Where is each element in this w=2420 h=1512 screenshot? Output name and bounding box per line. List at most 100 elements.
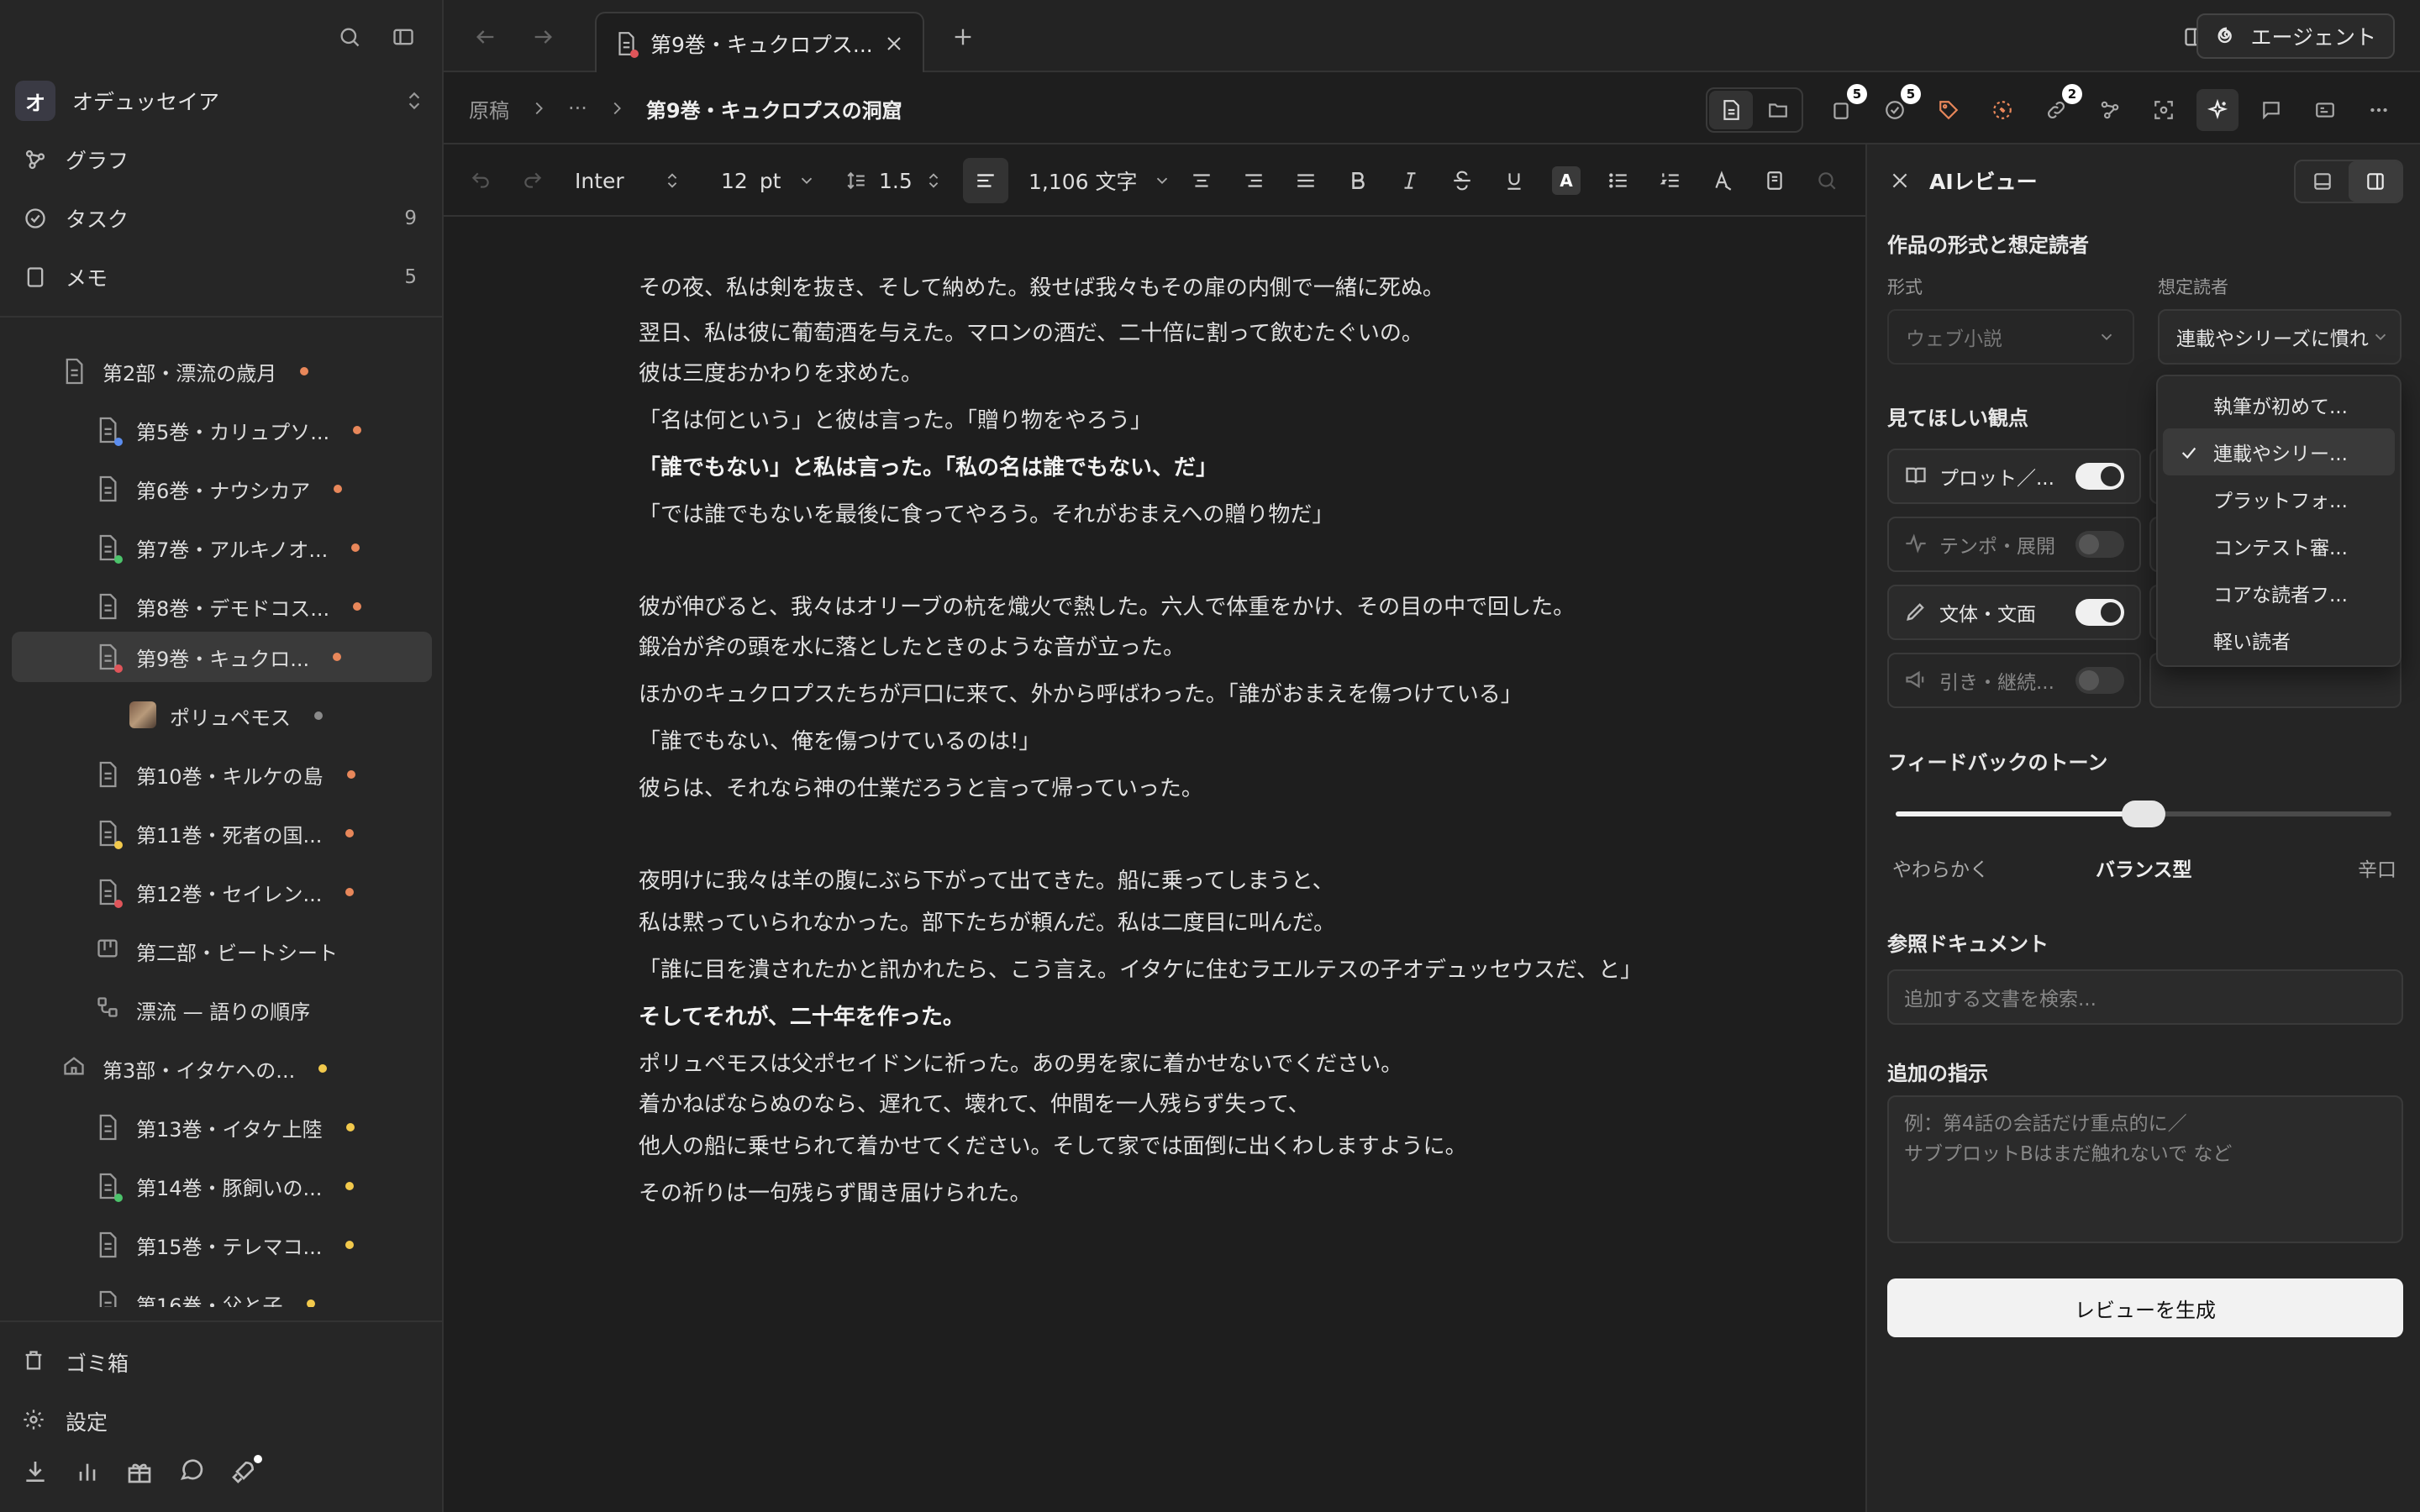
strikethrough-icon[interactable] [1444,162,1481,199]
paragraph[interactable]: 私は黙っていられなかった。部下たちが頼んだ。私は二度目に叫んだ。 [639,906,1335,937]
paragraph[interactable]: ポリュペモスは父ポセイドンに祈った。あの男を家に着かせないでください。 [639,1047,1402,1078]
line-height-select[interactable]: 1.5 [845,144,943,217]
tree-item[interactable]: 第16巻・父と子 [12,1278,432,1307]
tone-slider-handle[interactable] [2122,801,2165,827]
dropdown-option[interactable]: コンテスト審... [2163,522,2395,570]
font-family-select[interactable]: Inter [575,144,681,217]
dropdown-option[interactable]: 軽い読者 [2163,617,2395,664]
dropdown-option-selected[interactable]: 連載やシリー... [2163,428,2395,475]
paragraph[interactable]: 彼が伸びると、我々はオリーブの杭を熾火で熱した。六人で体重をかけ、その目の中で回… [639,590,1575,621]
aspect-hook[interactable]: 引き・継続... [1887,653,2141,708]
align-justify-icon[interactable] [1287,162,1324,199]
paragraph[interactable]: 翌日、私は彼に葡萄酒を与えた。マロンの酒だ、二十倍に割って飲むたぐいの。 [639,316,1423,347]
graph-icon[interactable] [2089,89,2131,131]
align-right-icon[interactable] [1235,162,1272,199]
aspect-toggle[interactable] [2075,463,2124,490]
underline-icon[interactable] [1496,162,1533,199]
aspect-plot[interactable]: プロット／... [1887,449,2141,504]
tree-item[interactable]: 第14巻・豚飼いの... [12,1161,432,1211]
layout-bottom-icon[interactable] [2296,161,2349,202]
tree-item-selected[interactable]: 第9巻・キュクロ... [12,632,432,682]
paragraph[interactable]: 「誰でもない、俺を傷つけているのは!」 [639,724,1040,755]
bold-icon[interactable] [1339,162,1376,199]
reader-select[interactable]: 連載やシリーズに慣れ [2158,309,2402,365]
find-icon[interactable] [1808,162,1845,199]
generate-review-button[interactable]: レビューを生成 [1887,1278,2403,1337]
instructions-textarea[interactable]: 例：第4話の会話だけ重点的に／ サブプロットBはまだ触れないで など [1887,1095,2403,1243]
sidebar-toggle-icon[interactable] [385,18,422,55]
paragraph-bold[interactable]: 「誰でもない」と私は言った。「私の名は誰でもない、だ」 [639,450,1218,481]
tree-item[interactable]: ポリュペモス [12,690,432,741]
tree-item[interactable]: 第7巻・アルキノオ... [12,522,432,573]
id-card-icon[interactable] [2304,89,2346,131]
tree-item[interactable]: 第10巻・キルケの島 [12,749,432,800]
trash-button[interactable]: ゴミ箱 [22,1341,129,1384]
aspect-style[interactable]: 文体・文面 [1887,585,2141,640]
search-icon[interactable] [331,18,368,55]
font-size-select[interactable]: 12 pt [721,144,816,217]
ai-sparkle-icon[interactable] [2196,89,2238,131]
layout-side-icon[interactable] [2349,161,2402,202]
bullet-list-icon[interactable] [1600,162,1637,199]
copy-icon[interactable]: 5 [1820,84,1867,131]
chat-icon[interactable] [178,1458,205,1485]
tree-item[interactable]: 第12巻・セイレン... [12,867,432,917]
tab-active-document[interactable]: 第9巻・キュクロプス... [595,12,924,74]
redo-icon[interactable] [514,162,551,199]
paragraph[interactable]: 「誰に目を潰されたかと訊かれたら、こう言え。イタケに住むラエルテスの子オデュッセ… [639,953,1642,984]
italic-icon[interactable] [1392,162,1428,199]
link-icon[interactable]: 2 [2035,84,2082,131]
dropdown-option[interactable]: コアな読者フ... [2163,570,2395,617]
word-count-select[interactable]: 1,106 文字 [1028,144,1171,217]
back-arrow-icon[interactable] [467,18,504,55]
align-left-icon[interactable] [963,158,1008,203]
nav-graph[interactable]: グラフ [22,138,417,181]
tag-icon[interactable] [1928,89,1970,131]
stats-icon[interactable] [74,1458,101,1485]
paragraph[interactable]: 「では誰でもないを最後に食ってやろう。それがおまえへの贈り物だ」 [639,497,1334,528]
aspect-toggle[interactable] [2075,531,2124,558]
task-check-icon[interactable]: 5 [1874,84,1921,131]
tree-item[interactable]: 第8巻・デモドコス... [12,581,432,632]
workspace-switcher[interactable]: オ オデュッセイア [15,81,425,121]
document-view-icon[interactable] [1709,91,1753,129]
paragraph[interactable]: 夜明けに我々は羊の腹にぶら下がって出てきた。船に乗ってしまうと、 [639,864,1334,895]
tree-item[interactable]: 第5巻・カリュプソ... [12,405,432,455]
close-icon[interactable] [884,34,904,54]
tree-item[interactable]: 第11巻・死者の国... [12,808,432,858]
text-color-icon[interactable]: A [1548,162,1585,199]
paragraph[interactable]: 着かねばならぬのなら、遅れて、壊れて、仲間を一人残らず失って、 [639,1087,1310,1118]
paragraph[interactable]: 彼は三度おかわりを求めた。 [639,356,923,387]
forward-arrow-icon[interactable] [524,18,561,55]
nav-tasks[interactable]: タスク 9 [22,197,417,240]
focus-frame-icon[interactable] [2143,89,2185,131]
nav-memo[interactable]: メモ 5 [22,255,417,299]
new-tab-plus-icon[interactable] [944,18,981,55]
tree-item[interactable]: 第13巻・イタケ上陸 [12,1102,432,1152]
folder-icon[interactable] [1756,91,1800,129]
align-center-icon[interactable] [1183,162,1220,199]
numbered-list-icon[interactable] [1652,162,1689,199]
format-select[interactable]: ウェブ小説 [1887,309,2134,365]
tree-item[interactable]: 第二部・ビートシート [12,926,432,976]
tone-slider[interactable] [1896,801,2391,827]
more-icon[interactable] [2358,89,2400,131]
paragraph[interactable]: その夜、私は剣を抜き、そして納めた。殺せば我々もその扉の内側で一緒に死ぬ。 [639,270,1444,302]
editor-canvas[interactable]: その夜、私は剣を抜き、そして納めた。殺せば我々もその扉の内側で一緒に死ぬ。 翌日… [444,217,1865,1512]
paragraph[interactable]: 他人の船に乗せられて着かせてください。そして家では面倒に出くわしますように。 [639,1129,1467,1160]
paragraph-bold[interactable]: そしてそれが、二十年を作った。 [639,1000,965,1031]
paragraph[interactable]: その祈りは一句残らず聞き届けられた。 [639,1176,1031,1207]
download-icon[interactable] [22,1458,49,1485]
breadcrumb-ellipsis[interactable]: ··· [568,97,587,120]
clear-format-icon[interactable] [1704,162,1741,199]
rocket-icon[interactable] [230,1455,262,1485]
paragraph[interactable]: 「名は何という」と彼は言った。「贈り物をやろう」 [639,403,1152,434]
paragraph[interactable]: 鍛冶が斧の頭を水に落としたときのような音が立った。 [639,630,1185,661]
dictionary-icon[interactable] [1756,162,1793,199]
reference-search-input[interactable]: 追加する文書を検索... [1887,969,2403,1025]
status-circle-icon[interactable] [1981,89,2023,131]
dropdown-option[interactable]: プラットフォ... [2163,475,2395,522]
aspect-tempo[interactable]: テンポ・展開 [1887,517,2141,572]
agent-button[interactable]: エージェント [2196,13,2395,59]
settings-button[interactable]: 設定 [22,1399,108,1443]
